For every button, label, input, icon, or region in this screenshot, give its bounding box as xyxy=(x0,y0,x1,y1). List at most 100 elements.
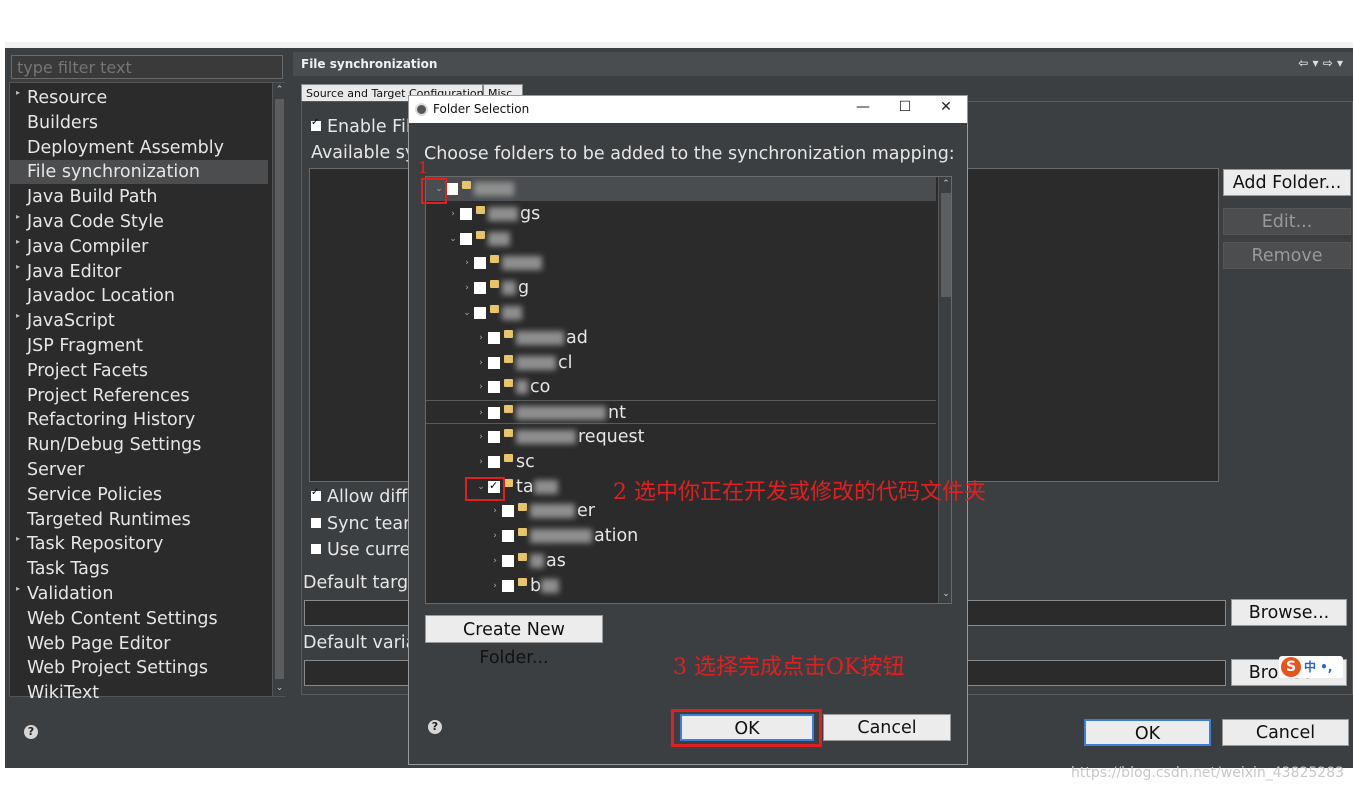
tree-row[interactable]: › g xyxy=(426,276,936,300)
scroll-up-icon[interactable]: ⌃ xyxy=(274,83,285,97)
enable-checkbox[interactable]: Enable Fil xyxy=(311,116,411,138)
tree-checkbox-icon[interactable] xyxy=(488,356,500,369)
tree-checkbox-icon[interactable] xyxy=(460,207,472,220)
sidebar-item[interactable]: ▸ Resource xyxy=(10,86,268,110)
tree-row[interactable]: › as xyxy=(426,549,936,573)
expand-arrow-icon[interactable]: › xyxy=(462,251,472,275)
scroll-up-icon[interactable]: ⌃ xyxy=(940,177,951,191)
tree-checkbox-icon[interactable] xyxy=(460,232,472,245)
dialog-title-bar[interactable]: Folder Selection — ☐ ✕ xyxy=(409,96,967,123)
expand-arrow-icon[interactable]: ▸ xyxy=(16,534,20,544)
scroll-thumb[interactable] xyxy=(941,193,951,297)
sync-checkbox[interactable]: Sync team xyxy=(311,513,420,535)
remove-button[interactable]: Remove xyxy=(1223,242,1351,269)
expand-arrow-icon[interactable]: › xyxy=(448,202,458,226)
add-folder-button[interactable]: Add Folder... xyxy=(1223,169,1351,196)
sidebar-item[interactable]: JSP Fragment xyxy=(10,334,268,358)
tree-checkbox-icon[interactable] xyxy=(446,183,458,195)
tree-checkbox-icon[interactable] xyxy=(488,381,500,394)
expand-arrow-icon[interactable]: ▸ xyxy=(16,262,20,272)
sidebar-item[interactable]: Deployment Assembly xyxy=(10,136,268,160)
scroll-thumb[interactable] xyxy=(275,99,284,679)
sidebar-item[interactable]: Task Tags xyxy=(10,557,268,581)
sidebar-item[interactable]: Builders xyxy=(10,111,268,135)
tree-row[interactable]: › request xyxy=(426,425,936,449)
create-new-folder-button[interactable]: Create New Folder... xyxy=(425,615,603,668)
tree-row[interactable]: › ation xyxy=(426,524,936,548)
sidebar-item[interactable]: ▸ Java Compiler xyxy=(10,235,268,259)
page-nav-arrows-icon[interactable]: ⇦ ▾ ⇨ ▾ xyxy=(1298,56,1343,70)
tree-checkbox-icon[interactable] xyxy=(502,530,514,543)
sidebar-item[interactable]: ▸ Validation xyxy=(10,582,268,606)
category-tree[interactable]: ▸ Resource Builders Deployment Assembly File… xyxy=(9,82,285,703)
sidebar-item[interactable]: Refactoring History xyxy=(10,408,268,432)
checkbox-icon[interactable] xyxy=(311,116,321,131)
close-icon[interactable]: ✕ xyxy=(931,99,961,115)
sidebar-item[interactable]: Run/Debug Settings xyxy=(10,433,268,457)
expand-arrow-icon[interactable]: ⌄ xyxy=(462,301,472,325)
tree-checkbox-icon[interactable] xyxy=(502,555,514,567)
expand-arrow-icon[interactable]: › xyxy=(490,574,500,598)
expand-arrow-icon[interactable]: ▸ xyxy=(16,237,20,247)
tree-scrollbar[interactable]: ⌃ ⌄ xyxy=(938,177,951,603)
sidebar-item[interactable]: WikiText xyxy=(10,681,268,705)
expand-arrow-icon[interactable]: › xyxy=(490,499,500,523)
sidebar-item[interactable]: Javadoc Location xyxy=(10,284,268,308)
help-icon[interactable]: ? xyxy=(428,720,442,734)
tree-checkbox-icon[interactable] xyxy=(474,307,486,319)
expand-arrow-icon[interactable]: › xyxy=(476,425,486,449)
expand-arrow-icon[interactable]: › xyxy=(462,276,472,300)
tree-row[interactable]: › co xyxy=(426,375,936,399)
edit-button[interactable]: Edit... xyxy=(1223,208,1351,235)
allow-checkbox[interactable]: Allow diff xyxy=(311,486,407,508)
expand-arrow-icon[interactable]: › xyxy=(476,450,486,474)
minimize-icon[interactable]: — xyxy=(848,99,878,115)
expand-arrow-icon[interactable]: ⌄ xyxy=(448,227,458,251)
folder-tree[interactable]: ⌄›gs⌄››g⌄›ad›cl›co›nt›request›sc⌄ta›er›a… xyxy=(425,176,952,604)
tree-checkbox-icon[interactable] xyxy=(474,257,486,270)
category-scrollbar[interactable]: ⌃ ⌄ xyxy=(272,83,285,696)
tree-row[interactable]: › ad xyxy=(426,326,936,350)
expand-arrow-icon[interactable]: ▸ xyxy=(16,88,20,98)
sidebar-item[interactable]: Web Content Settings xyxy=(10,607,268,631)
tree-row[interactable]: › b xyxy=(426,574,936,598)
tree-checkbox-icon[interactable] xyxy=(502,579,514,592)
sidebar-item[interactable]: Web Project Settings xyxy=(10,656,268,680)
tree-checkbox-icon[interactable] xyxy=(488,331,500,344)
sidebar-item[interactable]: ▸ JavaScript xyxy=(10,309,268,333)
sidebar-item[interactable]: Service Policies xyxy=(10,483,268,507)
cancel-button[interactable]: Cancel xyxy=(1222,719,1349,746)
ok-button[interactable]: OK xyxy=(1084,719,1211,746)
ime-indicator[interactable]: S 中 •, xyxy=(1279,656,1343,678)
checkbox-icon[interactable] xyxy=(311,518,321,528)
sidebar-item[interactable]: ▸ Java Code Style xyxy=(10,210,268,234)
expand-arrow-icon[interactable]: › xyxy=(490,524,500,548)
expand-arrow-icon[interactable]: ▸ xyxy=(16,584,20,594)
expand-arrow-icon[interactable]: ▸ xyxy=(16,212,20,222)
sidebar-item[interactable]: Java Build Path xyxy=(10,185,268,209)
tree-checkbox-icon[interactable] xyxy=(474,282,486,295)
sidebar-item[interactable]: ▸ Java Editor xyxy=(10,260,268,284)
sidebar-item[interactable]: Web Page Editor xyxy=(10,632,268,656)
sidebar-item[interactable]: ▸ Task Repository xyxy=(10,532,268,556)
sidebar-item[interactable]: File synchronization xyxy=(10,160,268,185)
maximize-icon[interactable]: ☐ xyxy=(890,99,920,115)
tree-checkbox-icon[interactable] xyxy=(488,455,500,468)
tree-row[interactable]: › sc xyxy=(426,450,936,474)
expand-arrow-icon[interactable]: › xyxy=(476,351,486,375)
filter-input[interactable] xyxy=(11,55,283,79)
browse-button-1[interactable]: Browse... xyxy=(1231,599,1347,626)
tree-row[interactable]: ⌄ xyxy=(426,301,936,325)
help-icon[interactable]: ? xyxy=(24,725,38,739)
expand-arrow-icon[interactable]: › xyxy=(476,326,486,350)
checkbox-icon[interactable] xyxy=(311,486,321,501)
sidebar-item[interactable]: Targeted Runtimes xyxy=(10,508,268,532)
expand-arrow-icon[interactable]: › xyxy=(476,375,486,399)
tree-row[interactable]: ⌄ xyxy=(426,177,936,201)
tree-row[interactable]: › nt xyxy=(426,400,936,425)
dialog-cancel-button[interactable]: Cancel xyxy=(823,714,951,741)
checkbox-icon[interactable] xyxy=(311,544,321,554)
tree-row[interactable]: › cl xyxy=(426,351,936,375)
expand-arrow-icon[interactable]: › xyxy=(476,401,486,425)
expand-arrow-icon[interactable]: ▸ xyxy=(16,311,20,321)
